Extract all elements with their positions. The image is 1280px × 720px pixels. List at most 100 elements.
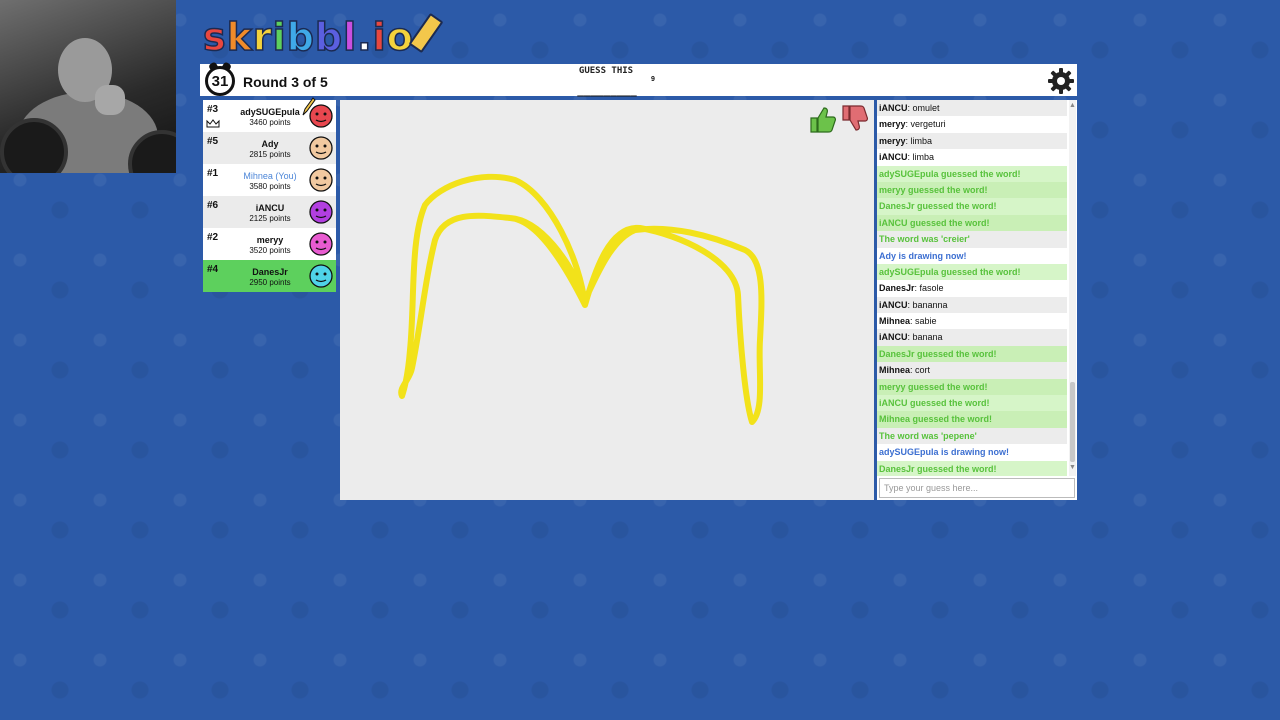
player-row[interactable]: #3 adySUGEpula 3460 points [203,97,336,132]
chat-messages: iANCU: omulet meryy: vergeturi meryy: limb… [877,100,1067,476]
player-avatar-icon [309,200,333,224]
player-row[interactable]: #1 Mihnea (You) 3580 points [203,164,336,196]
player-avatar-icon [309,136,333,160]
guess-input[interactable] [879,478,1075,498]
thumbs-up-icon[interactable] [808,104,836,134]
player-name: meryy [256,235,284,245]
chat-message: Mihnea: sabie [877,313,1067,329]
chat-message: DanesJr guessed the word! [877,345,1067,363]
guess-this-label: GUESS THIS [578,66,634,76]
drawing-canvas[interactable] [340,100,874,500]
chat-message: meryy guessed the word! [877,181,1067,199]
player-points: 2125 points [249,214,291,223]
player-points: 2815 points [249,150,291,159]
chat-message: DanesJr guessed the word! [877,198,1067,215]
chat-message: adySUGEpula guessed the word! [877,165,1067,182]
player-avatar-icon [309,264,333,288]
player-rank: #1 [207,168,219,179]
chat-message: Mihnea: cort [877,362,1067,379]
scroll-down-icon[interactable]: ▼ [1069,464,1076,471]
chat-message: iANCU: omulet [877,100,1067,117]
timer-value: 31 [211,72,229,90]
chat-message: iANCU: limba [877,149,1067,165]
chat-message-text: omulet [912,103,940,113]
logo-letter: i [372,14,387,60]
logo-letter: i [272,14,287,60]
player-points: 2950 points [249,278,291,287]
chat-message-user: DanesJr [879,283,915,294]
player-rank: #5 [207,136,219,147]
logo-letter: b [286,14,315,60]
logo-letter: b [314,14,344,60]
webcam-overlay [0,0,176,173]
round-label: Round 3 of 5 [243,74,328,90]
player-row[interactable]: #6 iANCU 2125 points [203,196,336,228]
crown-icon [206,119,220,128]
chat-message-user: iANCU [879,332,908,343]
logo-letter: o [386,14,414,60]
chat-message-user: meryy [879,135,906,146]
chat-message: DanesJr: fasole [877,280,1067,296]
player-rank: #3 [207,104,219,115]
player-rank: #2 [207,232,219,243]
chat-message: Mihnea guessed the word! [877,411,1067,428]
drawing-stroke [398,173,765,425]
logo-letter: k [226,14,253,60]
chat-message: iANCU: bananna [877,296,1067,314]
player-points: 3460 points [249,118,291,127]
chat-message-text: limba [912,152,935,163]
player-avatar-icon [309,232,333,256]
chat-message: adySUGEpula guessed the word! [877,263,1067,281]
chat-message: meryy guessed the word! [877,378,1067,396]
player-list: #3 adySUGEpula 3460 points #5 Ady 2815 points… [203,97,336,292]
player-row[interactable]: #4 DanesJr 2950 points [203,260,336,292]
gear-icon[interactable] [1047,67,1075,95]
player-rank: #4 [207,264,219,275]
scroll-up-icon[interactable]: ▲ [1069,102,1076,109]
chat-message: The word was 'creier' [877,231,1067,248]
chat-message-text: limba [910,135,933,146]
chat-message-text: bananna [912,299,948,310]
chat-scrollbar-thumb[interactable] [1070,382,1075,462]
chat-message: meryy: limba [877,132,1067,150]
player-name: Mihnea (You) [243,171,297,181]
chat-message: iANCU: banana [877,329,1067,346]
player-rank: #6 [207,200,219,211]
player-name: DanesJr [252,267,288,277]
chat-message-text: sabie [915,316,937,327]
chat-message: The word was 'pepene' [877,427,1067,445]
chat-panel: iANCU: omulet meryy: vergeturi meryy: limb… [877,100,1077,500]
logo-letter: s [202,14,227,60]
chat-message-text: vergeturi [910,119,946,130]
chat-message-user: Mihnea [879,316,911,327]
chat-message-user: iANCU [879,152,908,163]
timer-clock-icon: 31 [205,66,235,96]
chat-message-text: banana [912,332,943,343]
chat-message-user: meryy [879,119,906,130]
chat-message: iANCU guessed the word! [877,214,1067,232]
chat-message: Ady is drawing now! [879,250,967,261]
player-points: 3520 points [249,246,291,255]
player-name: Ady [261,139,279,149]
word-length: 9 [651,76,655,83]
chat-message-text: fasole [919,283,944,294]
logo-letter: . [356,14,373,60]
player-row[interactable]: #2 meryy 3520 points [203,228,336,260]
player-points: 3580 points [249,182,291,191]
skribbl-logo: skribbl.io [202,12,444,60]
word-hint: _________ [577,84,637,97]
player-name: iANCU [255,203,285,213]
chat-message-user: iANCU [879,103,908,113]
logo-letter: r [252,14,273,60]
player-avatar-icon [309,168,333,192]
chat-message: meryy: vergeturi [877,116,1067,132]
thumbs-down-icon[interactable] [840,104,868,134]
player-row[interactable]: #5 Ady 2815 points [203,132,336,164]
chat-message-user: iANCU [879,299,908,310]
chat-message: iANCU guessed the word! [877,395,1067,412]
pencil-icon [302,97,316,116]
chat-message: adySUGEpula is drawing now! [879,447,1010,458]
chat-message: DanesJr guessed the word! [877,460,1067,476]
chat-message-text: cort [915,365,931,376]
chat-message-user: Mihnea [879,365,911,376]
